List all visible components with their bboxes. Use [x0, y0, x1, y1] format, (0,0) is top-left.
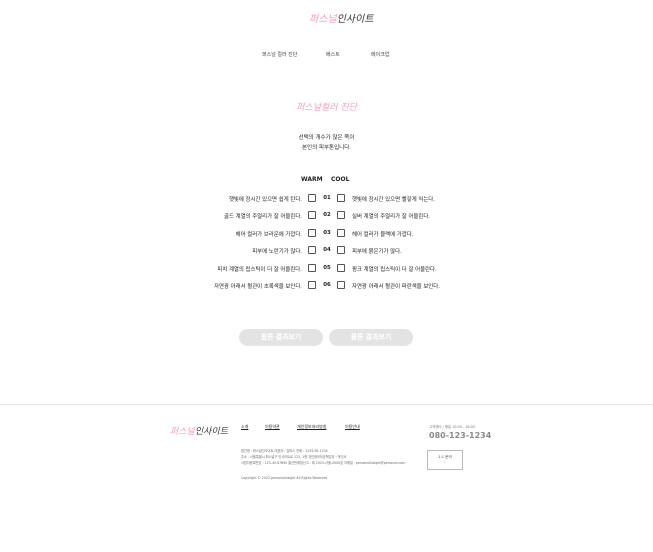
cool-statement: 자연광 아래서 혈관이 파란색을 보인다.: [352, 284, 440, 290]
warm-statement: 골드 계열의 주얼리가 잘 어울린다.: [224, 214, 302, 220]
footer-link-privacy[interactable]: 개인정보처리방침: [297, 424, 326, 430]
cool-checkbox[interactable]: [337, 229, 345, 237]
warm-checkbox[interactable]: [308, 246, 316, 254]
cool-checkbox[interactable]: [337, 246, 345, 254]
cool-statement: 햇빛에 장시간 있으면 빨갛게 익는다.: [352, 197, 435, 203]
warm-statement: 햇빛에 장시간 있으면 쉽게 탄다.: [228, 197, 302, 203]
cool-checkbox[interactable]: [337, 194, 345, 202]
warm-checkbox[interactable]: [308, 194, 316, 202]
footer-link-guide[interactable]: 이용안내: [345, 424, 360, 430]
warm-checkbox[interactable]: [308, 211, 316, 219]
cool-checkbox[interactable]: [337, 281, 345, 289]
footer-logo[interactable]: 퍼스널인사이트: [170, 424, 228, 437]
row-number: 04: [323, 247, 331, 253]
warm-checkbox[interactable]: [308, 229, 316, 237]
row-number: 05: [323, 265, 331, 271]
question-row: 피부에 노란기가 많다. 04 피부에 붉은기가 많다.: [0, 246, 653, 256]
company-info-line-1: 법인명 : 퍼스널인사이트 대표자 : 김퍼스 전화 : 1234-56-123…: [241, 449, 328, 453]
site-logo[interactable]: 퍼스널인사이트: [309, 10, 373, 25]
nav-item-color-diagnosis[interactable]: 퍼스널 컬러 진단: [262, 51, 297, 58]
cool-column-header: COOL: [331, 176, 350, 183]
cool-statement: 헤어 컬러가 블랙에 가깝다.: [352, 232, 414, 238]
question-row: 헤어 컬러가 브라운에 가깝다. 03 헤어 컬러가 블랙에 가깝다.: [0, 229, 653, 239]
warm-statement: 헤어 컬러가 브라운에 가깝다.: [235, 232, 302, 238]
cool-result-button[interactable]: 쿨톤 결과보기: [329, 329, 413, 346]
footer-link-about[interactable]: 소개: [241, 424, 248, 430]
description-line-1: 선택의 개수가 많은 쪽이: [298, 135, 355, 141]
logo-pink-text: 퍼스널: [309, 14, 337, 25]
warm-statement: 자연광 아래서 혈관이 초록색을 보인다.: [214, 284, 302, 290]
cool-statement: 피부에 붉은기가 많다.: [352, 249, 402, 255]
row-number: 03: [323, 230, 331, 236]
question-row: 피치 계열의 립스틱이 더 잘 어울린다. 05 핑크 계열의 립스틱이 더 잘…: [0, 264, 653, 274]
cool-checkbox[interactable]: [337, 211, 345, 219]
footer-divider: [0, 404, 653, 405]
row-number: 01: [323, 195, 331, 201]
company-info-line-3: 사업자등록번호 : 123-45-67890 통신판매업신고 : 제 2023-…: [241, 461, 406, 465]
warm-checkbox[interactable]: [308, 281, 316, 289]
cool-statement: 실버 계열의 주얼리가 잘 어울린다.: [352, 214, 430, 220]
row-number: 02: [323, 212, 331, 218]
customer-service-phone: 080-123-1234: [429, 431, 492, 440]
customer-service-label: 고객센터 / 평일 10:00 - 18:00: [429, 425, 476, 429]
company-info-line-2: 주소 : 서울특별시 퍼스널구 인사이트로 123, 1층 개인정보보호책임자 …: [241, 455, 347, 459]
cool-statement: 핑크 계열의 립스틱이 더 잘 어울린다.: [352, 267, 437, 273]
warm-column-header: WARM: [301, 176, 323, 183]
inquiry-button[interactable]: 1:1 문의 ›: [427, 450, 463, 470]
description-line-2: 본인의 피부톤입니다.: [301, 145, 352, 151]
section-title: 퍼스널컬러 진단: [296, 103, 357, 113]
chevron-right-icon: ›: [444, 460, 446, 464]
footer-logo-pink-text: 퍼스널: [170, 427, 195, 437]
row-number: 06: [323, 282, 331, 288]
footer-logo-dark-text: 인사이트: [194, 427, 228, 437]
copyright: Copyright © 2023 personalinsight All Rig…: [241, 476, 328, 480]
logo-dark-text: 인사이트: [336, 14, 374, 25]
nav-item-makeup[interactable]: 메이크업: [371, 51, 389, 58]
main-nav: 퍼스널 컬러 진단 베스트 메이크업: [0, 51, 653, 61]
question-row: 자연광 아래서 혈관이 초록색을 보인다. 06 자연광 아래서 혈관이 파란색…: [0, 281, 653, 291]
footer-link-terms[interactable]: 이용약관: [265, 424, 280, 430]
warm-checkbox[interactable]: [308, 264, 316, 272]
question-row: 골드 계열의 주얼리가 잘 어울린다. 02 실버 계열의 주얼리가 잘 어울린…: [0, 211, 653, 221]
warm-statement: 피치 계열의 립스틱이 더 잘 어울린다.: [217, 267, 302, 273]
question-row: 햇빛에 장시간 있으면 쉽게 탄다. 01 햇빛에 장시간 있으면 빨갛게 익는…: [0, 194, 653, 204]
cool-checkbox[interactable]: [337, 264, 345, 272]
warm-result-button[interactable]: 웜톤 결과보기: [239, 329, 323, 346]
nav-item-best[interactable]: 베스트: [326, 51, 340, 58]
warm-statement: 피부에 노란기가 많다.: [252, 249, 302, 255]
